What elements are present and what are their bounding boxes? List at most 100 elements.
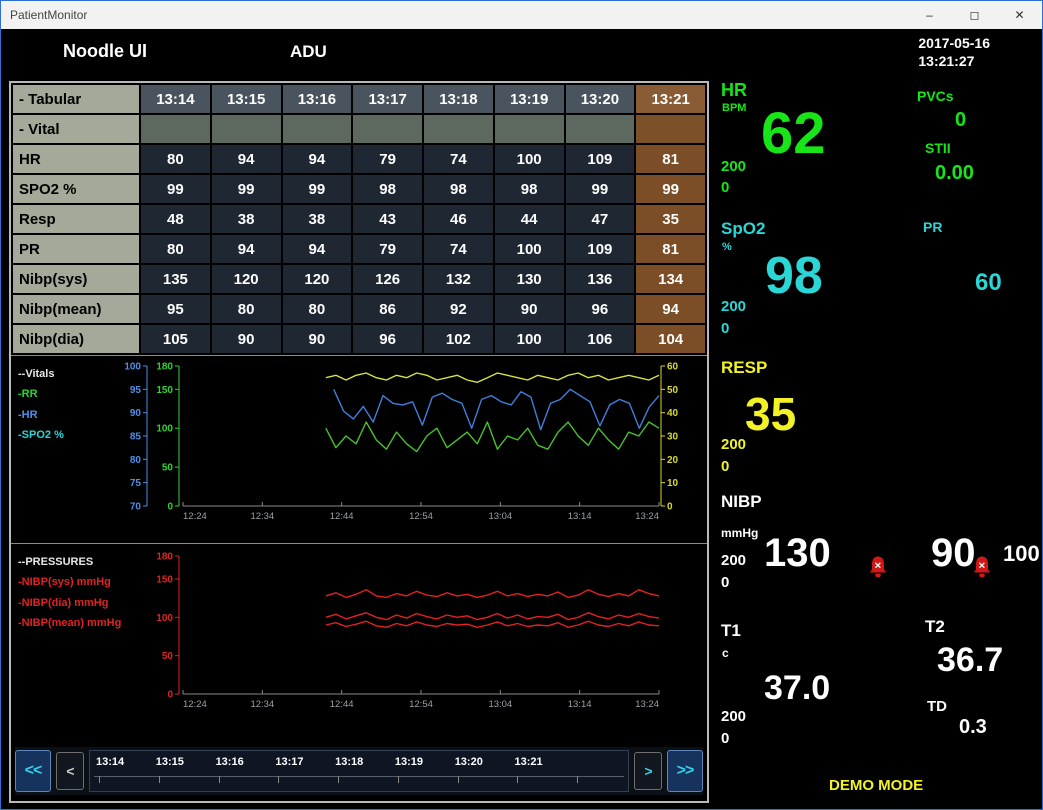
trend-value-cell: 86 [351,293,424,325]
trend-value-cell: 106 [563,323,637,355]
trend-value-cell: 94 [634,293,707,325]
time-header-cell[interactable]: 13:17 [351,83,424,115]
hr-limit-high: 200 [721,158,747,175]
svg-text:12:54: 12:54 [409,699,433,710]
nibp-limit-low: 0 [721,574,730,591]
row-label-cell: Resp [11,203,141,235]
svg-text:50: 50 [162,463,174,474]
fast-forward-button[interactable]: >> [667,750,703,792]
nibp-sys-value: 130 [764,531,831,575]
svg-text:30: 30 [667,432,679,443]
trend-value-cell: 99 [563,173,637,205]
maximize-button[interactable]: ◻ [952,2,997,29]
trend-value-cell: 109 [563,143,637,175]
svg-text:13:04: 13:04 [488,511,512,522]
minimize-button[interactable]: – [907,2,952,29]
fast-rewind-button[interactable]: << [15,750,51,792]
section-empty-cell [492,113,566,145]
t2-value: 36.7 [937,641,1004,679]
step-back-button[interactable]: < [56,752,84,790]
temp-limit-low: 0 [721,730,730,747]
svg-text:13:14: 13:14 [568,511,592,522]
legend-item: -SPO2 % [18,429,64,442]
time-header-cell[interactable]: 13:20 [563,83,637,115]
pressures-legend-title: --PRESSURES [18,556,94,568]
trend-value-cell: 80 [209,293,283,325]
pressures-legend: --PRESSURES -NIBP(sys) mmHg -NIBP(dia) mm… [18,552,121,633]
svg-text:100: 100 [124,362,141,373]
row-label-cell: HR [11,143,141,175]
window-title: PatientMonitor [10,8,88,22]
window-titlebar: PatientMonitor – ◻ ✕ [1,1,1042,29]
svg-text:90: 90 [130,408,142,419]
svg-text:50: 50 [667,385,679,396]
section-empty-cell [351,113,424,145]
spo2-limit-high: 200 [721,298,747,315]
row-label-cell: Nibp(dia) [11,323,141,355]
time-header-cell[interactable]: 13:21 [634,83,707,115]
trend-value-cell: 99 [139,173,212,205]
nibp-dia-value: 90 [931,531,976,575]
time-header-cell[interactable]: 13:18 [422,83,495,115]
close-button[interactable]: ✕ [997,2,1042,29]
step-forward-button[interactable]: > [634,752,662,790]
svg-text:70: 70 [130,502,142,513]
hr-unit: BPM [722,102,747,114]
section-label-cell[interactable]: - Vital [11,113,141,145]
trend-value-cell: 94 [209,233,283,265]
legend-item: -NIBP(mean) mmHg [18,617,122,630]
section-empty-cell [563,113,637,145]
trend-value-cell: 43 [351,203,424,235]
td-value: 0.3 [959,716,987,738]
trend-value-cell: 109 [563,233,637,265]
trend-value-cell: 134 [634,263,707,295]
table-row: HR 80 94 94 79 74 100 109 81 [11,143,707,175]
app-brand[interactable]: Noodle UI [63,41,147,62]
legend-item: -NIBP(dia) mmHg [18,596,109,609]
svg-text:0: 0 [667,502,673,513]
timeline-track[interactable]: 13:14 13:15 13:16 13:17 13:18 13:19 13:20 13:21 [89,750,629,792]
app-header: Noodle UI ADU 2017-05-16 13:21:27 [1,29,1042,75]
table-row: Nibp(dia) 105 90 90 96 102 100 106 104 [11,323,707,355]
vitals-legend-title: --Vitals [18,368,55,380]
svg-text:12:24: 12:24 [183,699,207,710]
resp-limit-high: 200 [721,436,747,453]
stii-label: STII [925,140,951,156]
svg-text:40: 40 [667,408,679,419]
time-header-cell[interactable]: 13:19 [492,83,566,115]
trend-value-cell: 79 [351,143,424,175]
trend-value-cell: 100 [492,143,566,175]
trend-value-cell: 135 [139,263,212,295]
trend-value-cell: 104 [634,323,707,355]
alarm-off-icon: ✕ [869,556,887,578]
trend-value-cell: 81 [634,143,707,175]
timeline-tick-label: 13:21 [508,751,568,791]
pressures-legend-items: -NIBP(sys) mmHg -NIBP(dia) mmHg -NIBP(mean… [18,572,121,633]
temp-limit-high: 200 [721,708,747,725]
trend-value-cell: 44 [492,203,566,235]
svg-text:180: 180 [156,362,173,373]
timeline-tick-label: 13:15 [150,751,210,791]
trend-value-cell: 48 [139,203,212,235]
nibp-label: NIBP [721,492,762,511]
trend-value-cell: 74 [422,143,495,175]
trend-value-cell: 74 [422,233,495,265]
row-label-cell: SPO2 % [11,173,141,205]
time-header-cell[interactable]: 13:14 [139,83,212,115]
svg-text:13:04: 13:04 [488,699,512,710]
trend-value-cell: 96 [563,293,637,325]
trend-value-cell: 96 [351,323,424,355]
legend-item: -NIBP(sys) mmHg [18,576,111,589]
main-area: - Tabular 13:14 13:15 13:16 13:17 13:18 13:19 1… [1,75,1042,809]
time-header-cell[interactable]: 13:16 [280,83,354,115]
trend-value-cell: 99 [280,173,354,205]
timeline-spacer [568,751,628,791]
trend-value-cell: 80 [139,233,212,265]
trend-value-cell: 38 [280,203,354,235]
spo2-unit: % [722,241,732,253]
nibp-map-value: 100 [1003,541,1040,566]
time-header-cell[interactable]: 13:15 [209,83,283,115]
timeline-tick-label: 13:14 [90,751,150,791]
table-corner-cell[interactable]: - Tabular [11,83,141,115]
table-row: SPO2 % 99 99 99 98 98 98 99 99 [11,173,707,205]
